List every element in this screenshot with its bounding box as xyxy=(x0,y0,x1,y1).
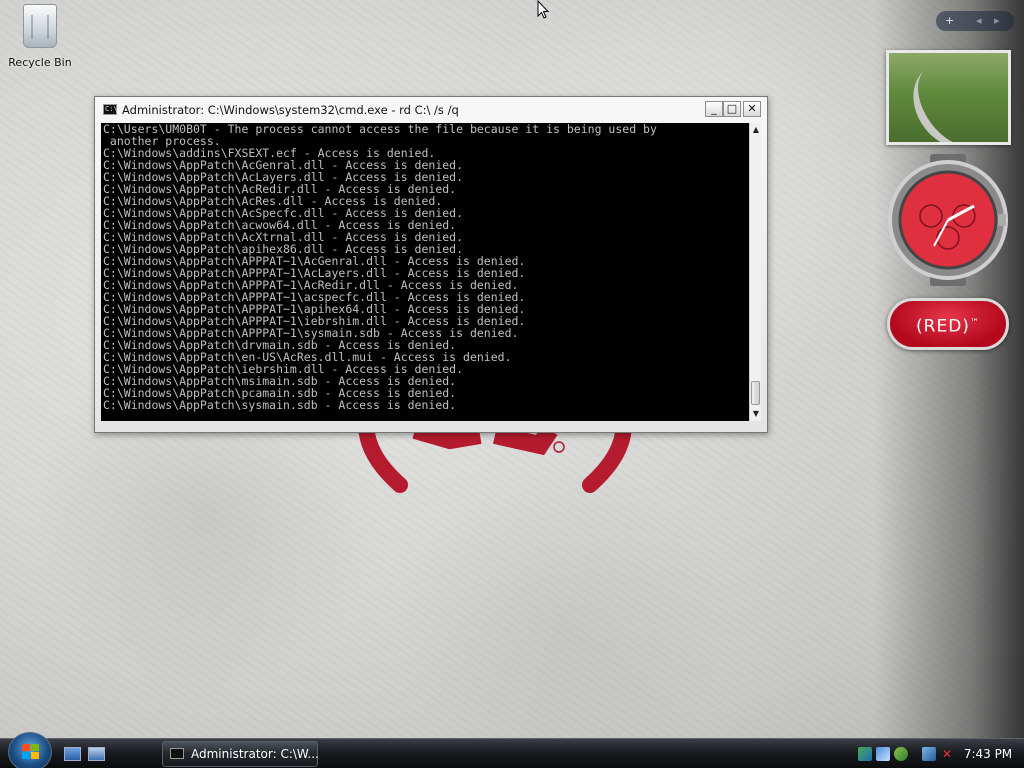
console-output[interactable]: C:\Users\UM0B0T - The process cannot acc… xyxy=(101,123,749,421)
cmd-window[interactable]: C:\ Administrator: C:\Windows\system32\c… xyxy=(94,96,768,433)
cmd-window-title: Administrator: C:\Windows\system32\cmd.e… xyxy=(122,103,459,117)
taskbar: Administrator: C:\W... ✕ 7:43 PM xyxy=(0,732,1024,768)
prev-page-button[interactable]: ◂ xyxy=(976,11,982,31)
windows-logo-icon xyxy=(22,744,39,759)
console-icon xyxy=(170,748,184,759)
taskbar-clock[interactable]: 7:43 PM xyxy=(958,739,1018,768)
taskbar-button-label: Administrator: C:\W... xyxy=(191,747,319,761)
scroll-thumb[interactable] xyxy=(751,381,760,405)
close-button[interactable]: ✕ xyxy=(743,101,761,117)
recycle-bin-label: Recycle Bin xyxy=(8,56,72,69)
add-gadget-button[interactable]: + xyxy=(945,11,954,31)
start-button[interactable] xyxy=(8,732,52,768)
console-line: C:\Windows\AppPatch\sysmain.sdb - Access… xyxy=(103,398,457,412)
console-scrollbar[interactable]: ▲ ▼ xyxy=(749,123,761,421)
slideshow-gadget[interactable] xyxy=(886,50,1011,145)
clock-gadget[interactable] xyxy=(886,154,1010,286)
maximize-button[interactable]: □ xyxy=(723,101,741,117)
cmd-titlebar[interactable]: C:\ Administrator: C:\Windows\system32\c… xyxy=(95,97,767,123)
scroll-up-arrow-icon[interactable]: ▲ xyxy=(750,123,762,137)
sidebar-controls: + ◂ ▸ xyxy=(936,11,1014,31)
recycle-bin-icon[interactable]: Recycle Bin xyxy=(4,4,76,69)
show-desktop-icon[interactable] xyxy=(64,747,81,761)
desktop: Recycle Bin C:\ Administrator: C:\Window… xyxy=(0,0,1024,738)
taskbar-button-cmd[interactable]: Administrator: C:\W... xyxy=(162,741,319,767)
landscape-photo xyxy=(897,53,1007,142)
display-icon[interactable] xyxy=(876,747,890,761)
red-gadget[interactable]: (RED)™ xyxy=(887,298,1009,350)
console-text: C:\Users\UM0B0T - The process cannot acc… xyxy=(101,123,749,411)
red-gadget-tm: ™ xyxy=(969,318,980,328)
minimize-button[interactable]: _ xyxy=(705,101,723,117)
next-page-button[interactable]: ▸ xyxy=(994,11,1000,31)
switch-windows-icon[interactable] xyxy=(88,747,105,761)
security-icon[interactable] xyxy=(894,747,908,761)
mouse-pointer-icon xyxy=(537,0,549,19)
red-gadget-label: (RED) xyxy=(916,316,970,337)
scroll-down-arrow-icon[interactable]: ▼ xyxy=(750,407,762,421)
connection-icon[interactable] xyxy=(922,747,936,761)
network-icon[interactable] xyxy=(858,747,872,761)
console-icon[interactable]: C:\ xyxy=(103,104,118,115)
volume-muted-icon[interactable]: ✕ xyxy=(940,747,954,761)
trash-icon xyxy=(23,4,57,48)
